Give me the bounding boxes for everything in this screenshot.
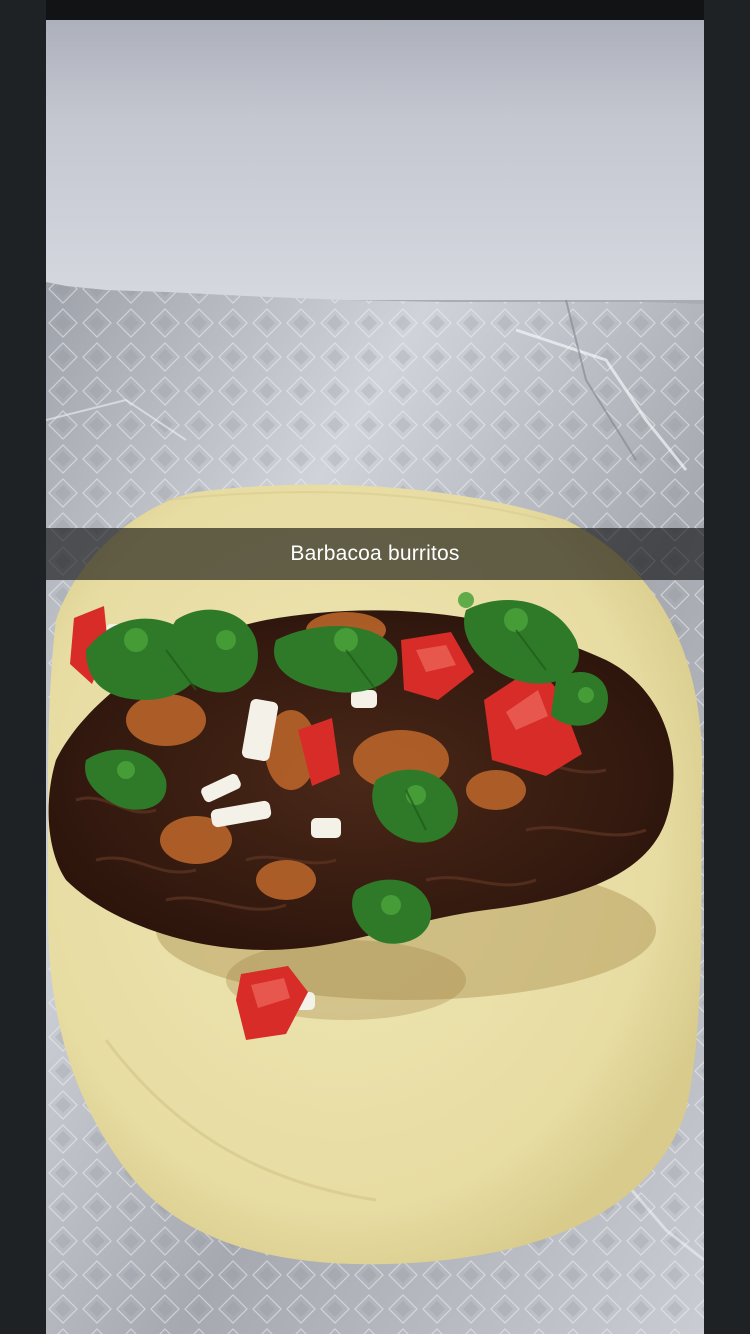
- food-photo: [46, 0, 704, 1334]
- food-illustration: [46, 0, 704, 1334]
- snap-viewer: Barbacoa burritos: [0, 0, 750, 1334]
- snap-caption-text: Barbacoa burritos: [290, 542, 460, 565]
- snap-caption-bar: Barbacoa burritos: [46, 528, 704, 580]
- top-shadow-strip: [46, 0, 704, 20]
